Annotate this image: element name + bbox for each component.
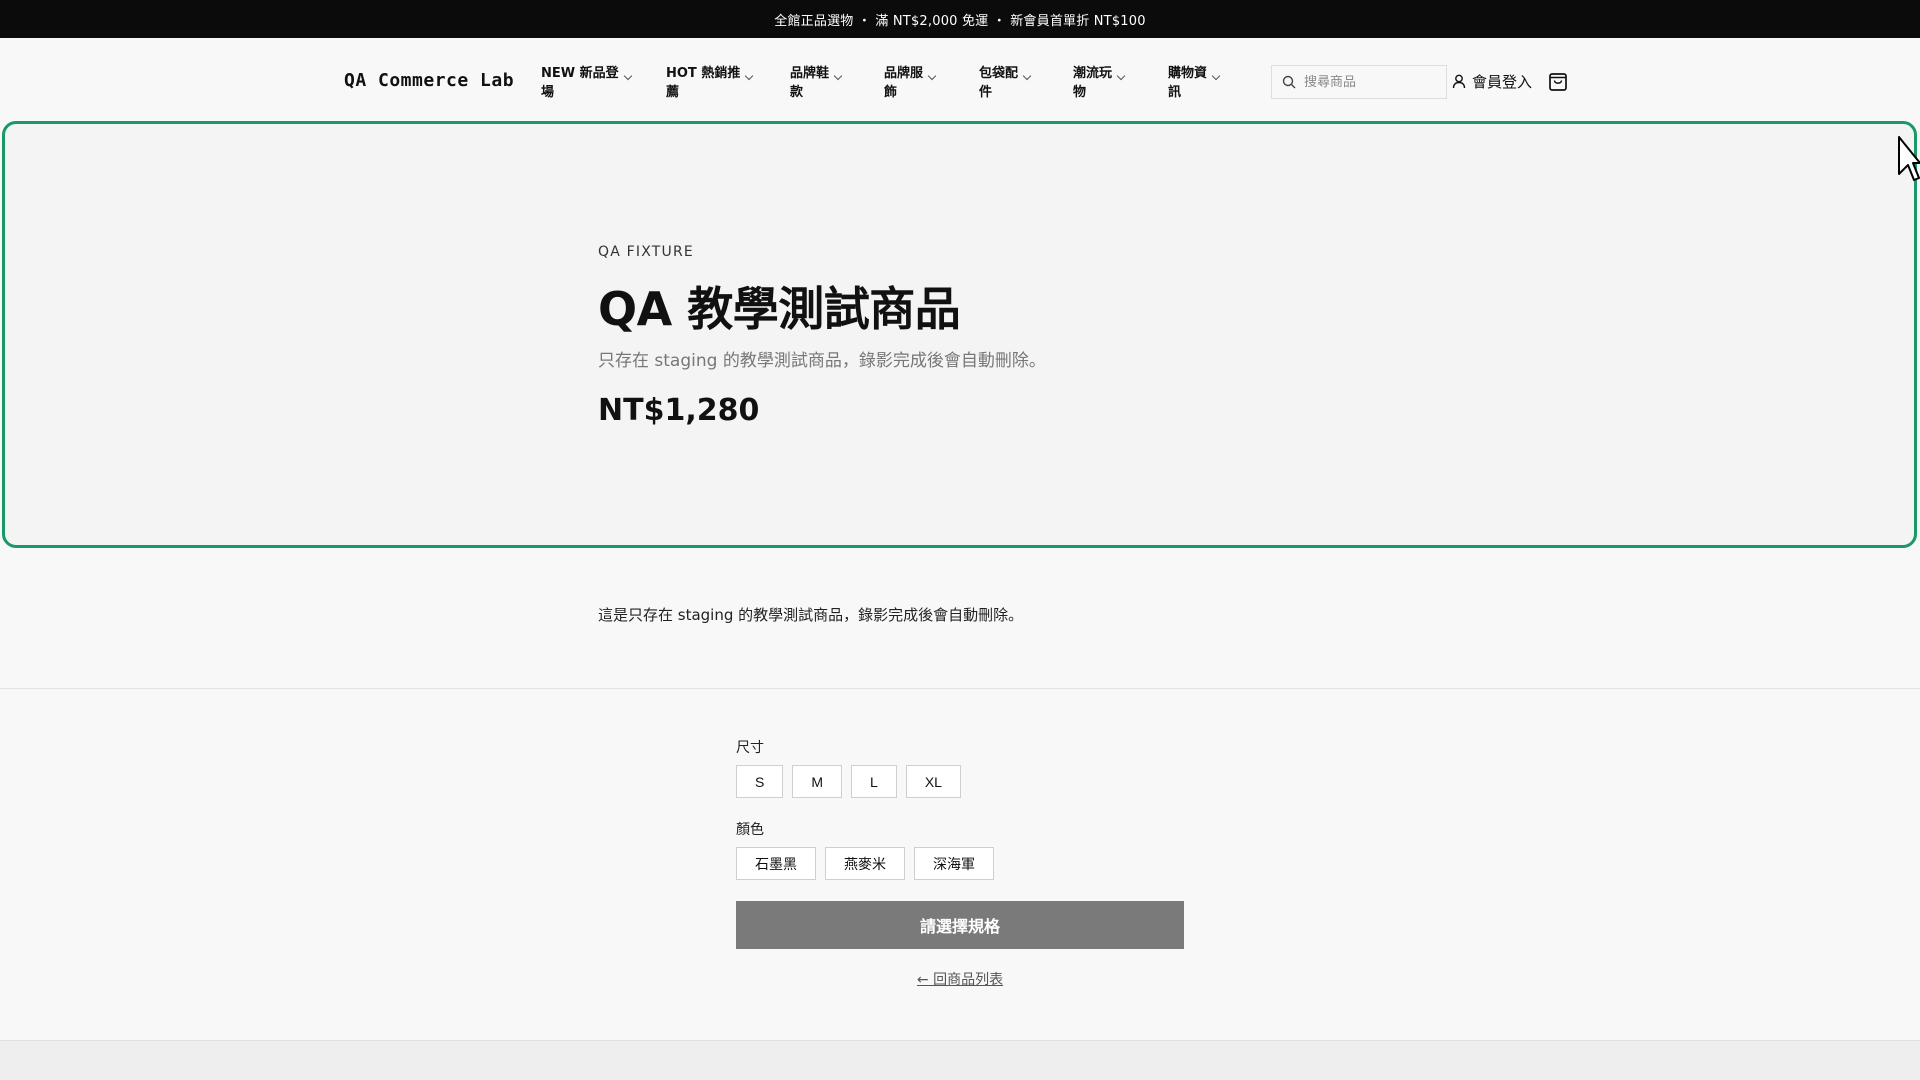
chevron-down-icon — [927, 71, 937, 81]
site-logo[interactable]: QA Commerce Lab — [344, 70, 514, 91]
footer — [0, 1040, 1920, 1080]
nav-label: 潮流玩 — [1073, 66, 1113, 81]
nav-label: 物 — [1073, 85, 1087, 100]
search-box[interactable] — [1271, 65, 1447, 99]
nav-label: 款 — [790, 85, 804, 100]
size-option-m[interactable]: M — [792, 765, 843, 798]
nav-item-hot[interactable]: HOT 熱銷推薦 — [666, 64, 754, 102]
nav-item-shoes[interactable]: 品牌鞋款 — [790, 64, 843, 102]
size-option-xl[interactable]: XL — [905, 765, 961, 798]
search-icon — [1282, 75, 1296, 89]
login-link[interactable]: 會員登入 — [1452, 71, 1532, 92]
color-options: 石墨黑 燕麥米 深海軍 — [736, 847, 994, 880]
color-label: 顏色 — [736, 822, 764, 838]
product-description: 這是只存在 staging 的教學測試商品，錄影完成後會自動刪除。 — [598, 606, 1024, 624]
nav-item-bags[interactable]: 包袋配件 — [979, 64, 1032, 102]
nav-label: 薦 — [666, 85, 680, 100]
product-subtitle: 只存在 staging 的教學測試商品，錄影完成後會自動刪除。 — [598, 351, 1046, 371]
nav-label: 飾 — [884, 85, 898, 100]
site-header: QA Commerce Lab NEW 新品登場 HOT 熱銷推薦 品牌鞋款 品… — [0, 38, 1920, 122]
nav-label: NEW 新品登 — [541, 66, 619, 81]
chevron-down-icon — [745, 71, 754, 81]
nav-label: HOT 熱銷推 — [666, 66, 741, 81]
chevron-down-icon — [623, 71, 632, 81]
nav-label: 購物資 — [1168, 66, 1208, 81]
select-variant-button[interactable]: 請選擇規格 — [736, 901, 1184, 949]
product-eyebrow: QA FIXTURE — [598, 244, 694, 260]
chevron-down-icon — [833, 71, 843, 81]
product-title: QA 教學測試商品 — [598, 282, 961, 336]
nav-label: 件 — [979, 85, 993, 100]
size-options: S M L XL — [736, 765, 961, 798]
user-icon — [1452, 74, 1466, 89]
size-option-l[interactable]: L — [851, 765, 897, 798]
announcement-text: 全館正品選物 ・ 滿 NT$2,000 免運 ・ 新會員首單折 NT$100 — [774, 13, 1146, 29]
color-option-navy[interactable]: 深海軍 — [914, 847, 994, 880]
nav-label: 訊 — [1168, 85, 1182, 100]
nav-label: 品牌服 — [884, 66, 924, 81]
chevron-down-icon — [1211, 71, 1221, 81]
nav-label: 場 — [541, 85, 555, 100]
product-price: NT$1,280 — [598, 393, 760, 428]
color-option-oat[interactable]: 燕麥米 — [825, 847, 905, 880]
nav-label: 品牌鞋 — [790, 66, 830, 81]
size-option-s[interactable]: S — [736, 765, 784, 798]
nav-item-apparel[interactable]: 品牌服飾 — [884, 64, 937, 102]
section-divider — [0, 688, 1920, 689]
announcement-bar: 全館正品選物 ・ 滿 NT$2,000 免運 ・ 新會員首單折 NT$100 — [0, 0, 1920, 38]
nav-item-new[interactable]: NEW 新品登場 — [541, 64, 632, 102]
nav-item-info[interactable]: 購物資訊 — [1168, 64, 1221, 102]
nav-label: 包袋配 — [979, 66, 1019, 81]
chevron-down-icon — [1022, 71, 1032, 81]
size-label: 尺寸 — [736, 740, 764, 756]
mouse-cursor-icon — [1898, 136, 1920, 181]
nav-item-toys[interactable]: 潮流玩物 — [1073, 64, 1126, 102]
search-input[interactable] — [1304, 74, 1434, 90]
login-label: 會員登入 — [1472, 73, 1533, 91]
chevron-down-icon — [1116, 71, 1126, 81]
back-to-list-link[interactable]: ← 回商品列表 — [736, 969, 1184, 989]
cart-button[interactable] — [1548, 70, 1568, 96]
shopping-bag-icon — [1549, 73, 1567, 91]
color-option-graphite[interactable]: 石墨黑 — [736, 847, 816, 880]
